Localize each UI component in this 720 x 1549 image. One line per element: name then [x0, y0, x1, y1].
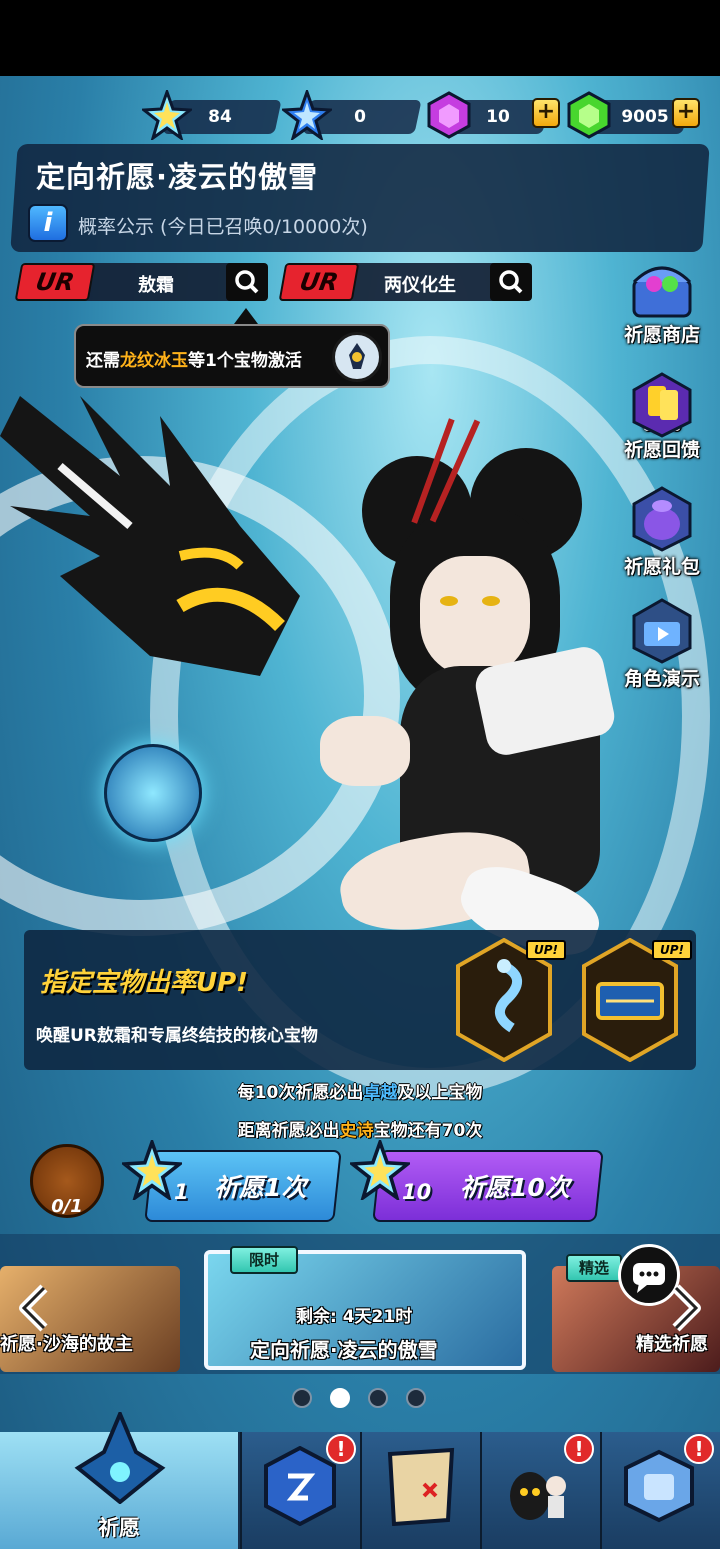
character-demo-button[interactable]: 角色演示 — [612, 598, 712, 691]
wish-shop-button[interactable]: 祈愿商店 — [612, 254, 712, 347]
status-bar — [0, 0, 720, 76]
crystal-shrine-icon — [70, 1408, 170, 1505]
tooltip-text: 还需龙纹冰玉等1个宝物激活 — [86, 351, 302, 371]
guarantee-note-epic: 距离祈愿必出史诗宝物还有70次 — [237, 1121, 483, 1141]
wish-gift-button[interactable]: 祈愿礼包 — [612, 486, 712, 579]
ur-badge: UR — [14, 263, 96, 301]
banner-title: 定向祈愿·凌云的傲雪 — [36, 160, 319, 194]
treasure-map-icon — [387, 1447, 455, 1526]
add-purple-gem-button[interactable]: + — [532, 98, 560, 128]
treasure-chest-icon — [626, 254, 698, 320]
rainbow-star-icon — [142, 90, 192, 140]
probability-link[interactable]: 概率公示 (今日已召唤0/10000次) — [78, 212, 368, 239]
carousel-dot[interactable] — [368, 1388, 388, 1408]
promo-description: 唤醒UR敖霜和专属终结技的核心宝物 — [36, 1026, 318, 1046]
limited-tag: 限时 — [230, 1246, 298, 1274]
carousel-dot-active[interactable] — [330, 1388, 350, 1408]
featured-tag: 精选 — [566, 1254, 622, 1282]
tooltip-arrow — [234, 308, 258, 324]
alert-badge: ! — [684, 1434, 714, 1464]
rune-hexagon-icon — [264, 1446, 336, 1526]
search-icon[interactable] — [226, 263, 268, 301]
info-icon[interactable]: i — [28, 204, 68, 242]
chevron-left-icon[interactable] — [14, 1282, 54, 1334]
promo-title: 指定宝物出率UP! — [40, 968, 249, 998]
chevron-right-icon[interactable] — [666, 1282, 706, 1334]
up-badge: UP! — [652, 940, 692, 960]
nav-wish-label: 祈愿 — [98, 1516, 140, 1540]
wish-coin-count: 0/1 — [51, 1196, 83, 1217]
purple-gem-icon — [427, 91, 471, 139]
dragon-head-art — [0, 396, 300, 676]
guarantee-note-excellent: 每10次祈愿必出卓越及以上宝物 — [237, 1083, 483, 1103]
gift-bag-icon — [626, 486, 698, 552]
carousel-dot[interactable] — [406, 1388, 426, 1408]
rainbow-star-icon — [350, 1140, 410, 1200]
video-clapper-icon — [626, 598, 698, 664]
carousel-dot[interactable] — [292, 1388, 312, 1408]
green-gem-icon — [567, 91, 611, 139]
wish-feedback-button[interactable]: 0/60 祈愿回馈 — [612, 372, 712, 462]
rainbow-star-icon — [122, 1140, 182, 1200]
card-pack-icon — [626, 372, 698, 438]
add-green-gem-button[interactable]: + — [672, 98, 700, 128]
yin-yang-orb-icon[interactable] — [104, 744, 202, 842]
dragon-jade-icon[interactable] — [332, 332, 382, 382]
blue-star-icon — [282, 90, 332, 140]
alert-badge: ! — [326, 1434, 356, 1464]
ur-badge: UR — [278, 263, 360, 301]
alert-badge: ! — [564, 1434, 594, 1464]
up-badge: UP! — [526, 940, 566, 960]
search-icon[interactable] — [490, 263, 532, 301]
